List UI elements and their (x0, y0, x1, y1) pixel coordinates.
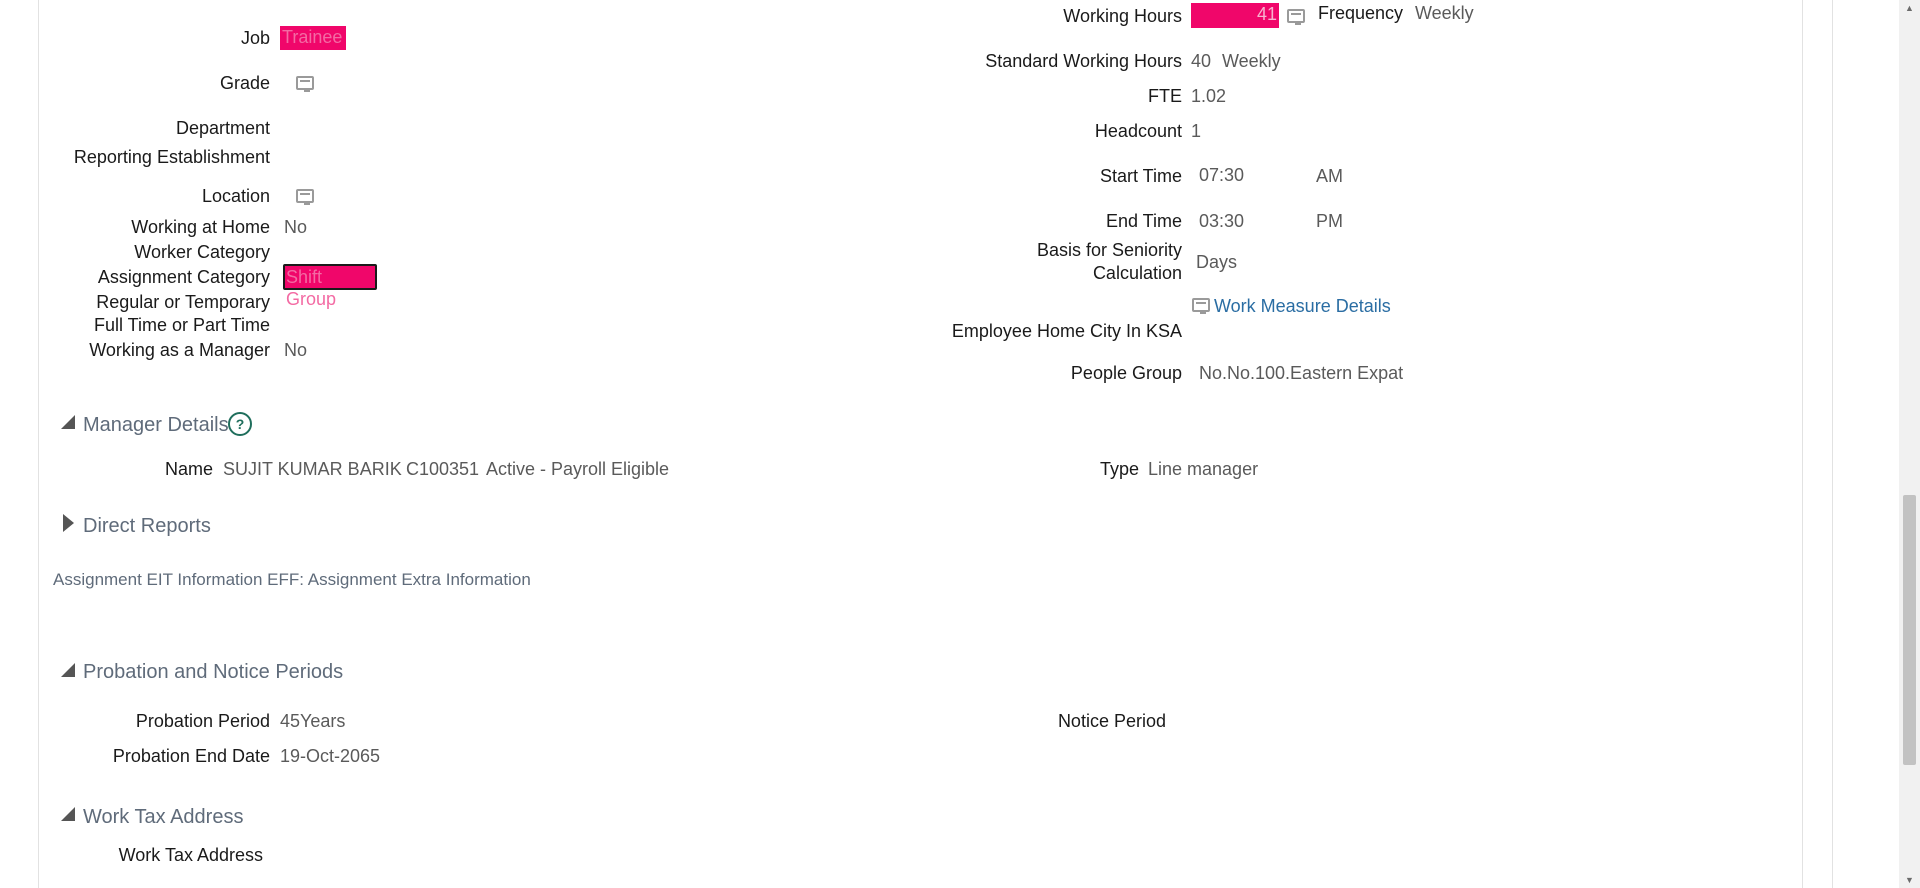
frequency-value: Weekly (1415, 3, 1474, 23)
panel-right-border (1802, 0, 1803, 888)
fte-value: 1.02 (1191, 86, 1227, 106)
grade-details-card-icon[interactable] (296, 76, 314, 92)
seniority-basis-label-line2: Calculation (1092, 263, 1182, 283)
work-tax-collapse-icon[interactable] (61, 807, 75, 821)
seniority-basis-label-line1: Basis for Seniority (1036, 240, 1182, 260)
grade-label: Grade (219, 73, 270, 93)
probation-collapse-icon[interactable] (61, 663, 75, 677)
start-time-meridiem: AM (1316, 166, 1343, 186)
working-at-home-label: Working at Home (131, 217, 270, 237)
people-group-label: People Group (1070, 363, 1182, 383)
manager-details-collapse-icon[interactable] (61, 415, 75, 429)
location-details-card-icon[interactable] (296, 189, 314, 205)
start-time-value: 07:30 (1199, 165, 1245, 185)
direct-reports-expand-icon[interactable] (63, 514, 74, 532)
reporting-establishment-label: Reporting Establishment (73, 147, 270, 167)
start-time-label: Start Time (1099, 166, 1182, 186)
work-measure-details-card-icon[interactable] (1192, 298, 1210, 314)
assignment-category-label: Assignment Category (97, 267, 270, 287)
working-at-home-value: No (284, 217, 308, 237)
regular-or-temporary-label: Regular or Temporary (96, 292, 270, 312)
manager-name-value: SUJIT KUMAR BARIK (223, 459, 402, 479)
headcount-label: Headcount (1094, 121, 1182, 141)
standard-working-hours-label: Standard Working Hours (985, 51, 1182, 71)
job-label: Job (240, 28, 270, 48)
working-as-manager-label: Working as a Manager (89, 340, 270, 360)
headcount-value: 1 (1191, 121, 1202, 141)
frequency-label: Frequency (1318, 3, 1404, 23)
work-measure-details-link[interactable]: Work Measure Details (1214, 295, 1391, 317)
probation-period-value: 45Years (280, 711, 346, 731)
worker-category-label: Worker Category (134, 242, 270, 262)
panel-left-border (38, 0, 39, 888)
job-value[interactable]: Trainee (280, 26, 346, 50)
outer-border (1832, 0, 1833, 888)
working-as-manager-value: No (284, 340, 308, 360)
assignment-eff-title: Assignment EIT Information EFF: Assignme… (53, 570, 531, 589)
end-time-label: End Time (1105, 211, 1182, 231)
department-label: Department (175, 118, 270, 138)
standard-working-hours-unit: Weekly (1222, 51, 1281, 71)
scrollbar-thumb[interactable] (1903, 495, 1916, 765)
seniority-basis-value: Days (1196, 252, 1238, 272)
work-tax-address-label: Work Tax Address (118, 845, 263, 865)
end-time-value: 03:30 (1199, 211, 1245, 231)
fte-label: FTE (1148, 86, 1182, 106)
location-label: Location (201, 186, 270, 206)
manager-type-label: Type (1099, 459, 1139, 479)
manager-type-value: Line manager (1148, 459, 1259, 479)
probation-title[interactable]: Probation and Notice Periods (83, 660, 343, 684)
probation-end-date-value: 19-Oct-2065 (280, 746, 381, 766)
notice-period-label: Notice Period (1057, 711, 1166, 731)
standard-working-hours-value: 40 (1191, 51, 1212, 71)
manager-details-title[interactable]: Manager Details (83, 413, 229, 437)
working-hours-details-card-icon[interactable] (1287, 9, 1305, 25)
working-hours-label: Working Hours (1063, 6, 1182, 26)
people-group-value: No.No.100.Eastern Expat (1199, 363, 1404, 383)
probation-end-date-label: Probation End Date (112, 746, 270, 766)
end-time-meridiem: PM (1316, 211, 1343, 231)
working-hours-value[interactable]: 41 (1191, 3, 1279, 28)
scroll-down-arrow-icon[interactable]: ▼ (1903, 874, 1916, 886)
probation-period-label: Probation Period (135, 711, 270, 731)
scroll-up-arrow-icon[interactable]: ▲ (1903, 2, 1916, 14)
manager-person-number: C100351 (406, 459, 480, 479)
full-or-part-time-label: Full Time or Part Time (93, 315, 270, 335)
assignment-category-value[interactable]: Shift Group (283, 264, 377, 309)
home-city-label: Employee Home City In KSA (951, 321, 1182, 341)
manager-name-label: Name (164, 459, 213, 479)
work-tax-title[interactable]: Work Tax Address (83, 805, 243, 829)
direct-reports-title[interactable]: Direct Reports (83, 514, 211, 538)
manager-details-help-icon[interactable]: ? (228, 412, 252, 436)
manager-status: Active - Payroll Eligible (486, 459, 670, 479)
